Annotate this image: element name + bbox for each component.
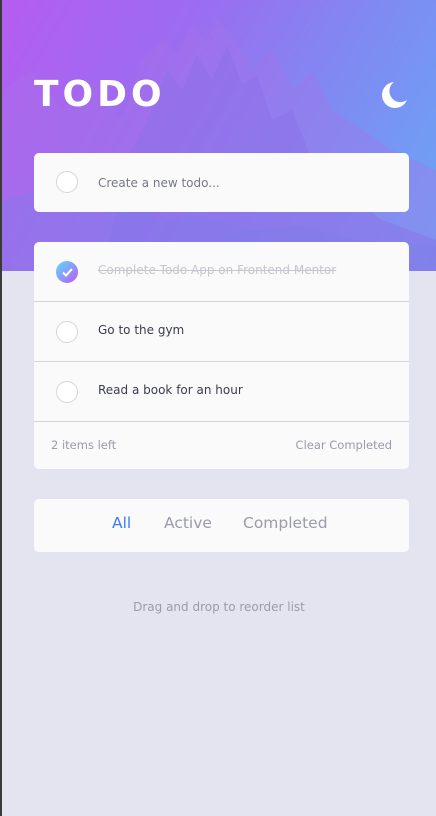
hero-background xyxy=(2,0,436,271)
items-left-count: 2 items left xyxy=(51,438,117,452)
todo-checkbox[interactable] xyxy=(56,321,78,343)
todo-checkbox[interactable] xyxy=(56,261,78,283)
filter-bar: All Active Completed xyxy=(34,499,409,552)
clear-completed-button[interactable]: Clear Completed xyxy=(296,438,392,452)
todo-item[interactable]: Read a book for an hour xyxy=(34,362,409,422)
todo-checkbox[interactable] xyxy=(56,381,78,403)
new-todo-card xyxy=(34,153,409,212)
todo-item[interactable]: Go to the gym xyxy=(34,302,409,362)
todo-list: Complete Todo App on Frontend Mentor Go … xyxy=(34,242,409,469)
moon-icon xyxy=(382,82,407,108)
new-todo-input[interactable] xyxy=(98,171,388,195)
filter-completed-button[interactable]: Completed xyxy=(243,514,328,532)
todo-label: Read a book for an hour xyxy=(98,383,243,397)
page-title: TODO xyxy=(34,74,166,115)
filter-active-button[interactable]: Active xyxy=(164,514,212,532)
checkmark-icon xyxy=(61,267,73,277)
new-todo-checkbox[interactable] xyxy=(56,171,78,193)
mountain-illustration xyxy=(2,20,436,271)
theme-toggle-button[interactable] xyxy=(380,80,408,110)
filter-all-button[interactable]: All xyxy=(112,514,131,532)
todo-label: Complete Todo App on Frontend Mentor xyxy=(98,263,337,277)
todo-item[interactable]: Complete Todo App on Frontend Mentor xyxy=(34,242,409,302)
list-footer: 2 items left Clear Completed xyxy=(34,422,409,469)
todo-label: Go to the gym xyxy=(98,323,185,337)
reorder-hint: Drag and drop to reorder list xyxy=(133,600,305,614)
